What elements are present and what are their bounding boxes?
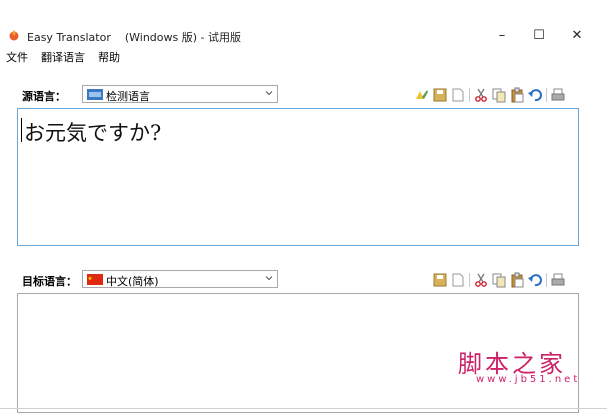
source-toolbar: [414, 87, 568, 103]
print-icon[interactable]: [550, 87, 566, 103]
title-bar: Easy Translator (Windows 版) - 试用版 – ☐ ✕: [0, 24, 607, 46]
close-button[interactable]: ✕: [559, 24, 595, 46]
undo-icon[interactable]: [527, 272, 543, 288]
chevron-down-icon: [265, 276, 273, 281]
maximize-icon: ☐: [533, 27, 545, 43]
window-title: Easy Translator (Windows 版) - 试用版: [27, 31, 241, 44]
menu-file[interactable]: 文件: [0, 49, 35, 67]
minimize-button[interactable]: –: [484, 24, 520, 46]
cut-icon[interactable]: [473, 87, 489, 103]
save-icon[interactable]: [432, 272, 448, 288]
watermark-url: www.jb51.net: [476, 374, 581, 385]
app-icon: [9, 30, 19, 41]
toolbar-separator: [546, 273, 547, 287]
target-language-label: 目标语言：: [22, 275, 77, 288]
minimize-icon: –: [498, 27, 506, 43]
target-language-value: 中文(简体): [106, 275, 159, 288]
translate-icon[interactable]: [414, 87, 430, 103]
save-icon[interactable]: [432, 87, 448, 103]
window-bottom-edge: [0, 408, 607, 409]
close-icon: ✕: [571, 27, 583, 43]
toolbar-separator: [546, 88, 547, 102]
target-language-row: 目标语言： 中文(简体): [0, 270, 607, 290]
watermark: 脚本之家 www.jb51.net: [458, 344, 578, 390]
new-document-icon[interactable]: [450, 272, 466, 288]
toolbar-separator: [469, 88, 470, 102]
paste-icon[interactable]: [509, 272, 525, 288]
cut-icon[interactable]: [473, 272, 489, 288]
source-text-area[interactable]: お元気ですか?: [17, 108, 579, 246]
copy-icon[interactable]: [491, 87, 507, 103]
new-document-icon[interactable]: [450, 87, 466, 103]
source-language-label: 源语言：: [22, 90, 66, 103]
target-toolbar: [432, 272, 568, 288]
paste-icon[interactable]: [509, 87, 525, 103]
chevron-down-icon: [265, 91, 273, 96]
menu-translate-language[interactable]: 翻译语言: [35, 49, 92, 67]
copy-icon[interactable]: [491, 272, 507, 288]
source-language-select[interactable]: 检测语言: [82, 85, 278, 103]
source-language-value: 检测语言: [106, 90, 150, 103]
detect-language-flag-icon: [87, 89, 103, 100]
menu-help[interactable]: 帮助: [92, 49, 127, 67]
china-flag-icon: [87, 274, 103, 285]
source-text: お元気ですか?: [24, 121, 162, 145]
undo-icon[interactable]: [527, 87, 543, 103]
toolbar-separator: [469, 273, 470, 287]
source-language-row: 源语言： 检测语言: [0, 85, 607, 105]
print-icon[interactable]: [550, 272, 566, 288]
menu-bar: 文件 翻译语言 帮助: [0, 49, 127, 67]
maximize-button[interactable]: ☐: [521, 24, 557, 46]
target-language-select[interactable]: 中文(简体): [82, 270, 278, 288]
text-caret: [21, 118, 22, 142]
